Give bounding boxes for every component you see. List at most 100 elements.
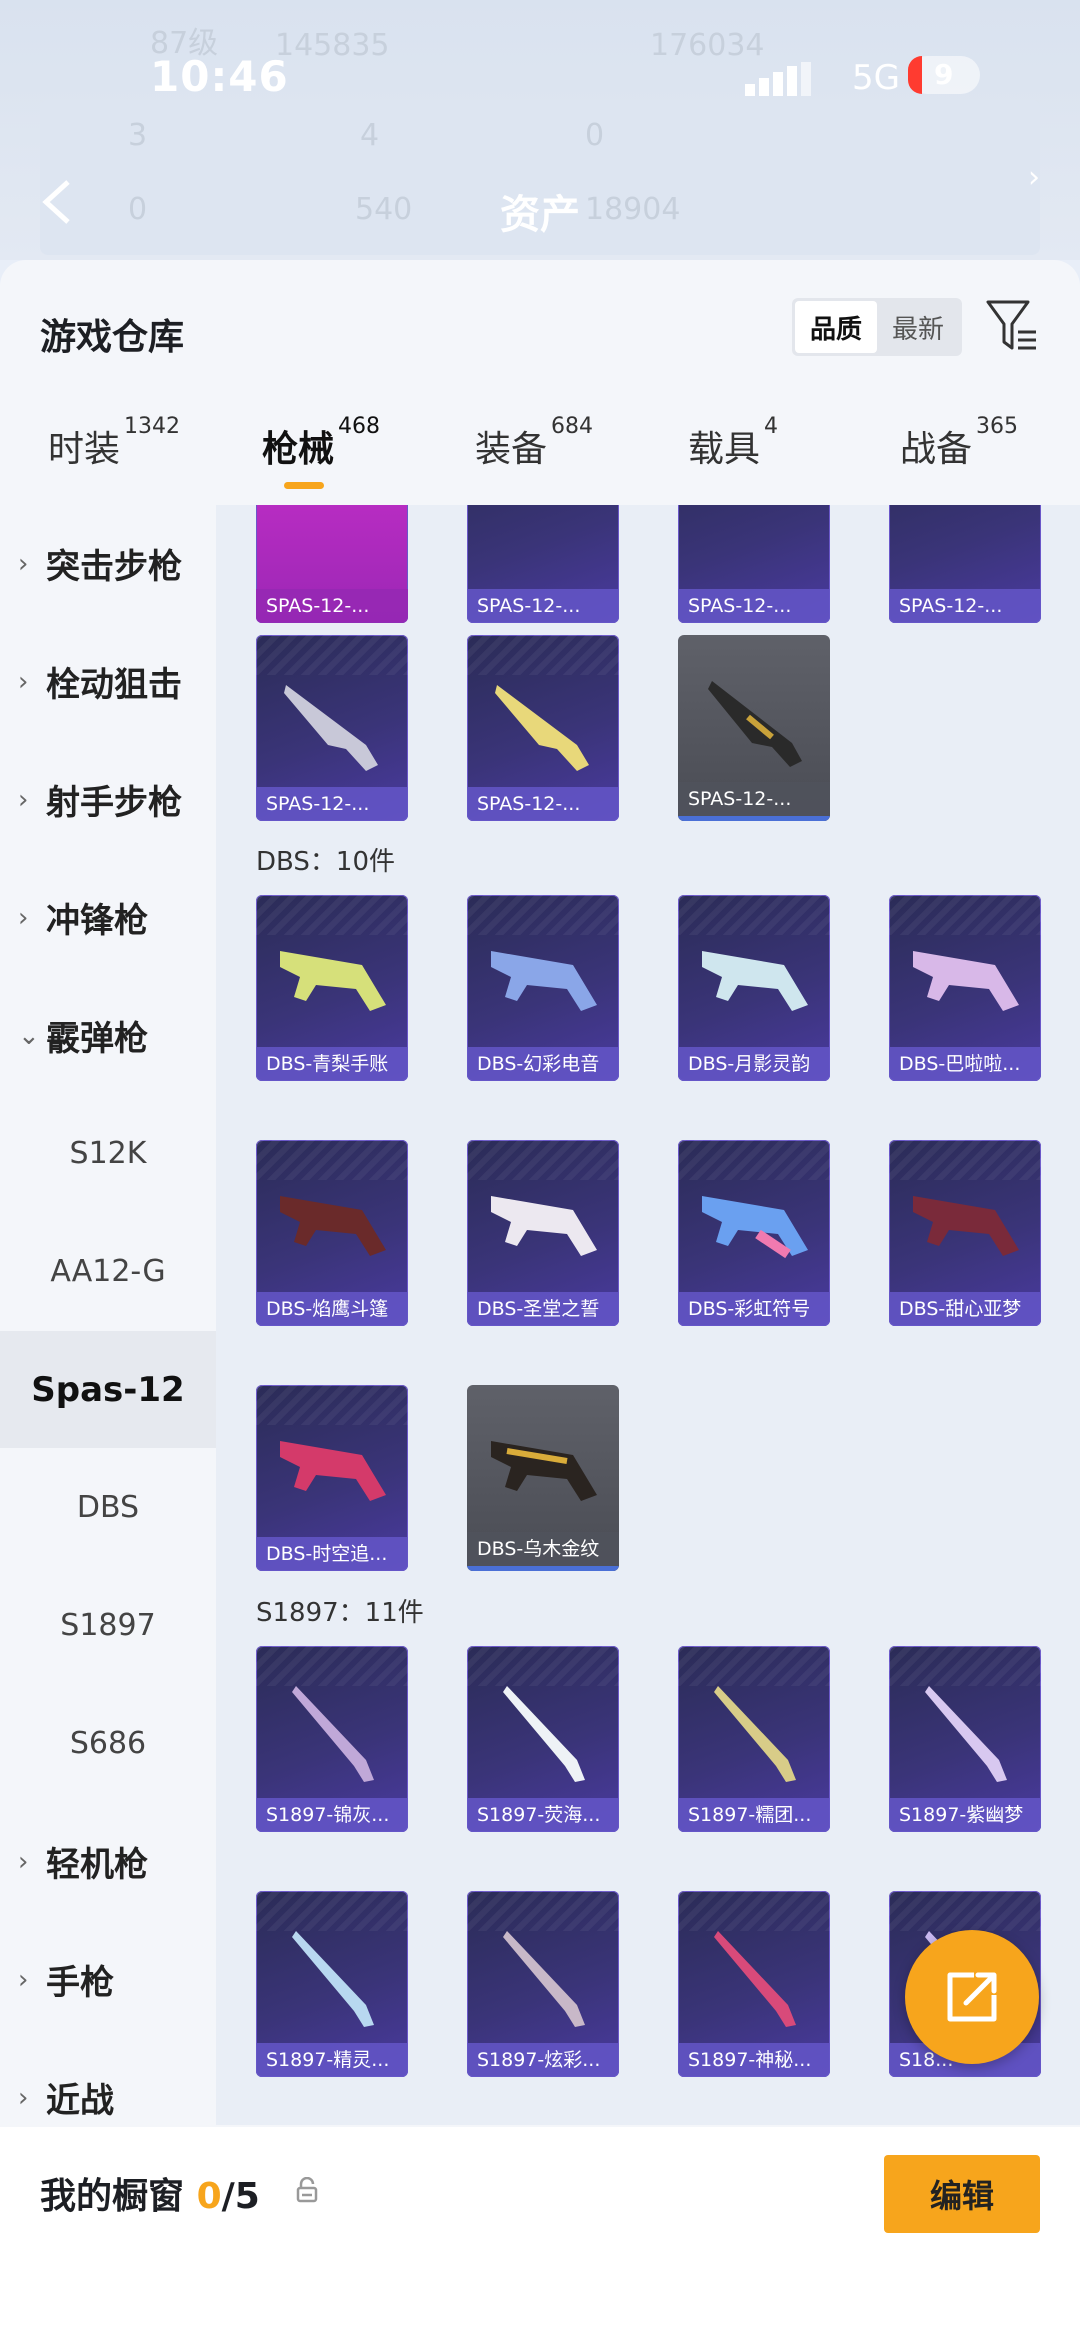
- status-bar: 10:46 5G 9: [0, 0, 1080, 120]
- shotgun-image-icon: [714, 1686, 796, 1782]
- tab-count: 365: [976, 414, 1019, 439]
- tab-label: 载具: [688, 429, 761, 470]
- showcase-count: 0: [196, 2176, 222, 2217]
- share-fab[interactable]: [905, 1930, 1039, 2064]
- item-label: DBS-青梨手账: [256, 1047, 408, 1081]
- sidebar-item-bolt-sniper[interactable]: › 栓动狙击: [0, 623, 216, 740]
- item-card[interactable]: SPAS-12-...: [678, 505, 830, 623]
- filter-icon[interactable]: [986, 298, 1038, 354]
- bg-asset-value: 18904: [585, 192, 681, 227]
- item-card[interactable]: DBS-焰鹰斗篷: [256, 1140, 408, 1326]
- sidebar-label: 突击步枪: [46, 547, 182, 587]
- item-label: DBS-甜心亚梦: [889, 1292, 1041, 1326]
- item-label: S1897-锦灰...: [256, 1798, 408, 1832]
- section-title-s1897: S1897：11件: [256, 1598, 424, 1628]
- sidebar-label: 冲锋枪: [46, 901, 148, 941]
- showcase-title: 我的橱窗 0/5: [40, 2167, 260, 2219]
- network-type: 5G: [852, 58, 900, 98]
- shotgun-image-icon: [491, 951, 597, 1011]
- item-card[interactable]: S1897-锦灰...: [256, 1646, 408, 1832]
- item-label: DBS-时空追...: [256, 1537, 408, 1571]
- item-card[interactable]: DBS-彩虹符号: [678, 1140, 830, 1326]
- item-card[interactable]: S1897-精灵...: [256, 1891, 408, 2077]
- tab-label: 时装: [48, 429, 121, 470]
- item-card[interactable]: DBS-圣堂之誓: [467, 1140, 619, 1326]
- sidebar-label: 轻机枪: [46, 1845, 148, 1885]
- item-label: SPAS-12-...: [467, 589, 619, 623]
- edit-button[interactable]: 编辑: [884, 2155, 1040, 2233]
- item-card[interactable]: DBS-时空追...: [256, 1385, 408, 1571]
- sort-quality-button[interactable]: 品质: [795, 301, 877, 353]
- sidebar-item-marksman[interactable]: › 射手步枪: [0, 741, 216, 858]
- bg-stat: 4: [360, 118, 380, 153]
- tab-count: 684: [551, 414, 594, 439]
- shotgun-image-icon: [702, 951, 808, 1011]
- item-label: SPAS-12-...: [256, 787, 408, 821]
- sidebar-subitem-s1897[interactable]: S1897: [0, 1567, 216, 1684]
- item-label: DBS-巴啦啦...: [889, 1047, 1041, 1081]
- sidebar-item-assault-rifle[interactable]: › 突击步枪: [0, 505, 216, 622]
- sidebar-subitem-dbs[interactable]: DBS: [0, 1449, 216, 1566]
- bg-stat: 540: [355, 192, 413, 227]
- sidebar-item-shotgun[interactable]: ⌄ 霰弹枪: [0, 977, 216, 1094]
- item-label: S1897-炫彩...: [467, 2043, 619, 2077]
- item-card[interactable]: SPAS-12-...: [467, 505, 619, 623]
- sidebar-item-pistol[interactable]: › 手枪: [0, 1921, 216, 2038]
- chevron-right-icon: ›: [18, 2082, 29, 2113]
- item-card[interactable]: SPAS-12-...: [678, 635, 830, 821]
- item-card[interactable]: SPAS-12-...: [889, 505, 1041, 623]
- item-card[interactable]: SPAS-12-...: [467, 635, 619, 821]
- item-label: S1897-荧海...: [467, 1798, 619, 1832]
- item-label: DBS-圣堂之誓: [467, 1292, 619, 1326]
- weapon-sidebar: › 突击步枪 › 栓动狙击 › 射手步枪 › 冲锋枪 ⌄ 霰弹枪 S12K AA12-G …: [0, 505, 216, 2347]
- item-card[interactable]: S1897-紫幽梦: [889, 1646, 1041, 1832]
- tab-label: 战备: [900, 429, 973, 470]
- item-label: S1897-神秘...: [678, 2043, 830, 2077]
- item-card[interactable]: DBS-乌木金纹: [467, 1385, 619, 1571]
- shotgun-image-icon: [280, 951, 386, 1011]
- sidebar-subitem-s686[interactable]: S686: [0, 1685, 216, 1802]
- item-card[interactable]: S1897-糯团...: [678, 1646, 830, 1832]
- item-card[interactable]: SPAS-12-...: [256, 505, 408, 623]
- shotgun-image-icon: [503, 1686, 585, 1782]
- item-label: DBS-月影灵韵: [678, 1047, 830, 1081]
- sidebar-label: 手枪: [46, 1963, 114, 2003]
- sort-newest-button[interactable]: 最新: [877, 301, 959, 353]
- sidebar-subitem-s12k[interactable]: S12K: [0, 1095, 216, 1212]
- item-label: DBS-焰鹰斗篷: [256, 1292, 408, 1326]
- item-label: S1897-糯团...: [678, 1798, 830, 1832]
- sort-toggle: 品质 最新: [792, 298, 962, 356]
- item-card[interactable]: SPAS-12-...: [256, 635, 408, 821]
- shotgun-image-icon: [925, 1686, 1007, 1782]
- shotgun-image-icon: [913, 951, 1019, 1011]
- share-icon: [947, 1972, 997, 2022]
- bg-asset-label: 资产: [500, 192, 580, 238]
- item-label: DBS-幻彩电音: [467, 1047, 619, 1081]
- back-arrow-icon[interactable]: [38, 178, 74, 226]
- item-card[interactable]: S1897-神秘...: [678, 1891, 830, 2077]
- shotgun-image-icon: [702, 1196, 808, 1259]
- shotgun-image-icon: [280, 1196, 386, 1256]
- sidebar-item-smg[interactable]: › 冲锋枪: [0, 859, 216, 976]
- shotgun-image-icon: [503, 1931, 585, 2027]
- sidebar-subitem-aa12g[interactable]: AA12-G: [0, 1213, 216, 1330]
- item-card[interactable]: DBS-幻彩电音: [467, 895, 619, 1081]
- shotgun-image-icon: [284, 685, 378, 771]
- chevron-right-icon: ›: [18, 666, 29, 697]
- item-label: S1897-紫幽梦: [889, 1798, 1041, 1832]
- item-card[interactable]: DBS-巴啦啦...: [889, 895, 1041, 1081]
- showcase-total: /5: [221, 2176, 260, 2217]
- item-card[interactable]: DBS-青梨手账: [256, 895, 408, 1081]
- sidebar-item-lmg[interactable]: › 轻机枪: [0, 1803, 216, 1920]
- item-card[interactable]: S1897-炫彩...: [467, 1891, 619, 2077]
- item-card[interactable]: S1897-荧海...: [467, 1646, 619, 1832]
- tab-label: 枪械: [262, 429, 335, 470]
- lock-icon: [296, 2177, 318, 2203]
- item-label: SPAS-12-...: [467, 787, 619, 821]
- tab-indicator: [284, 482, 324, 489]
- sidebar-subitem-spas12[interactable]: Spas-12: [0, 1331, 216, 1448]
- shotgun-image-icon: [292, 1686, 374, 1782]
- item-card[interactable]: DBS-月影灵韵: [678, 895, 830, 1081]
- tab-count: 4: [764, 414, 779, 439]
- item-card[interactable]: DBS-甜心亚梦: [889, 1140, 1041, 1326]
